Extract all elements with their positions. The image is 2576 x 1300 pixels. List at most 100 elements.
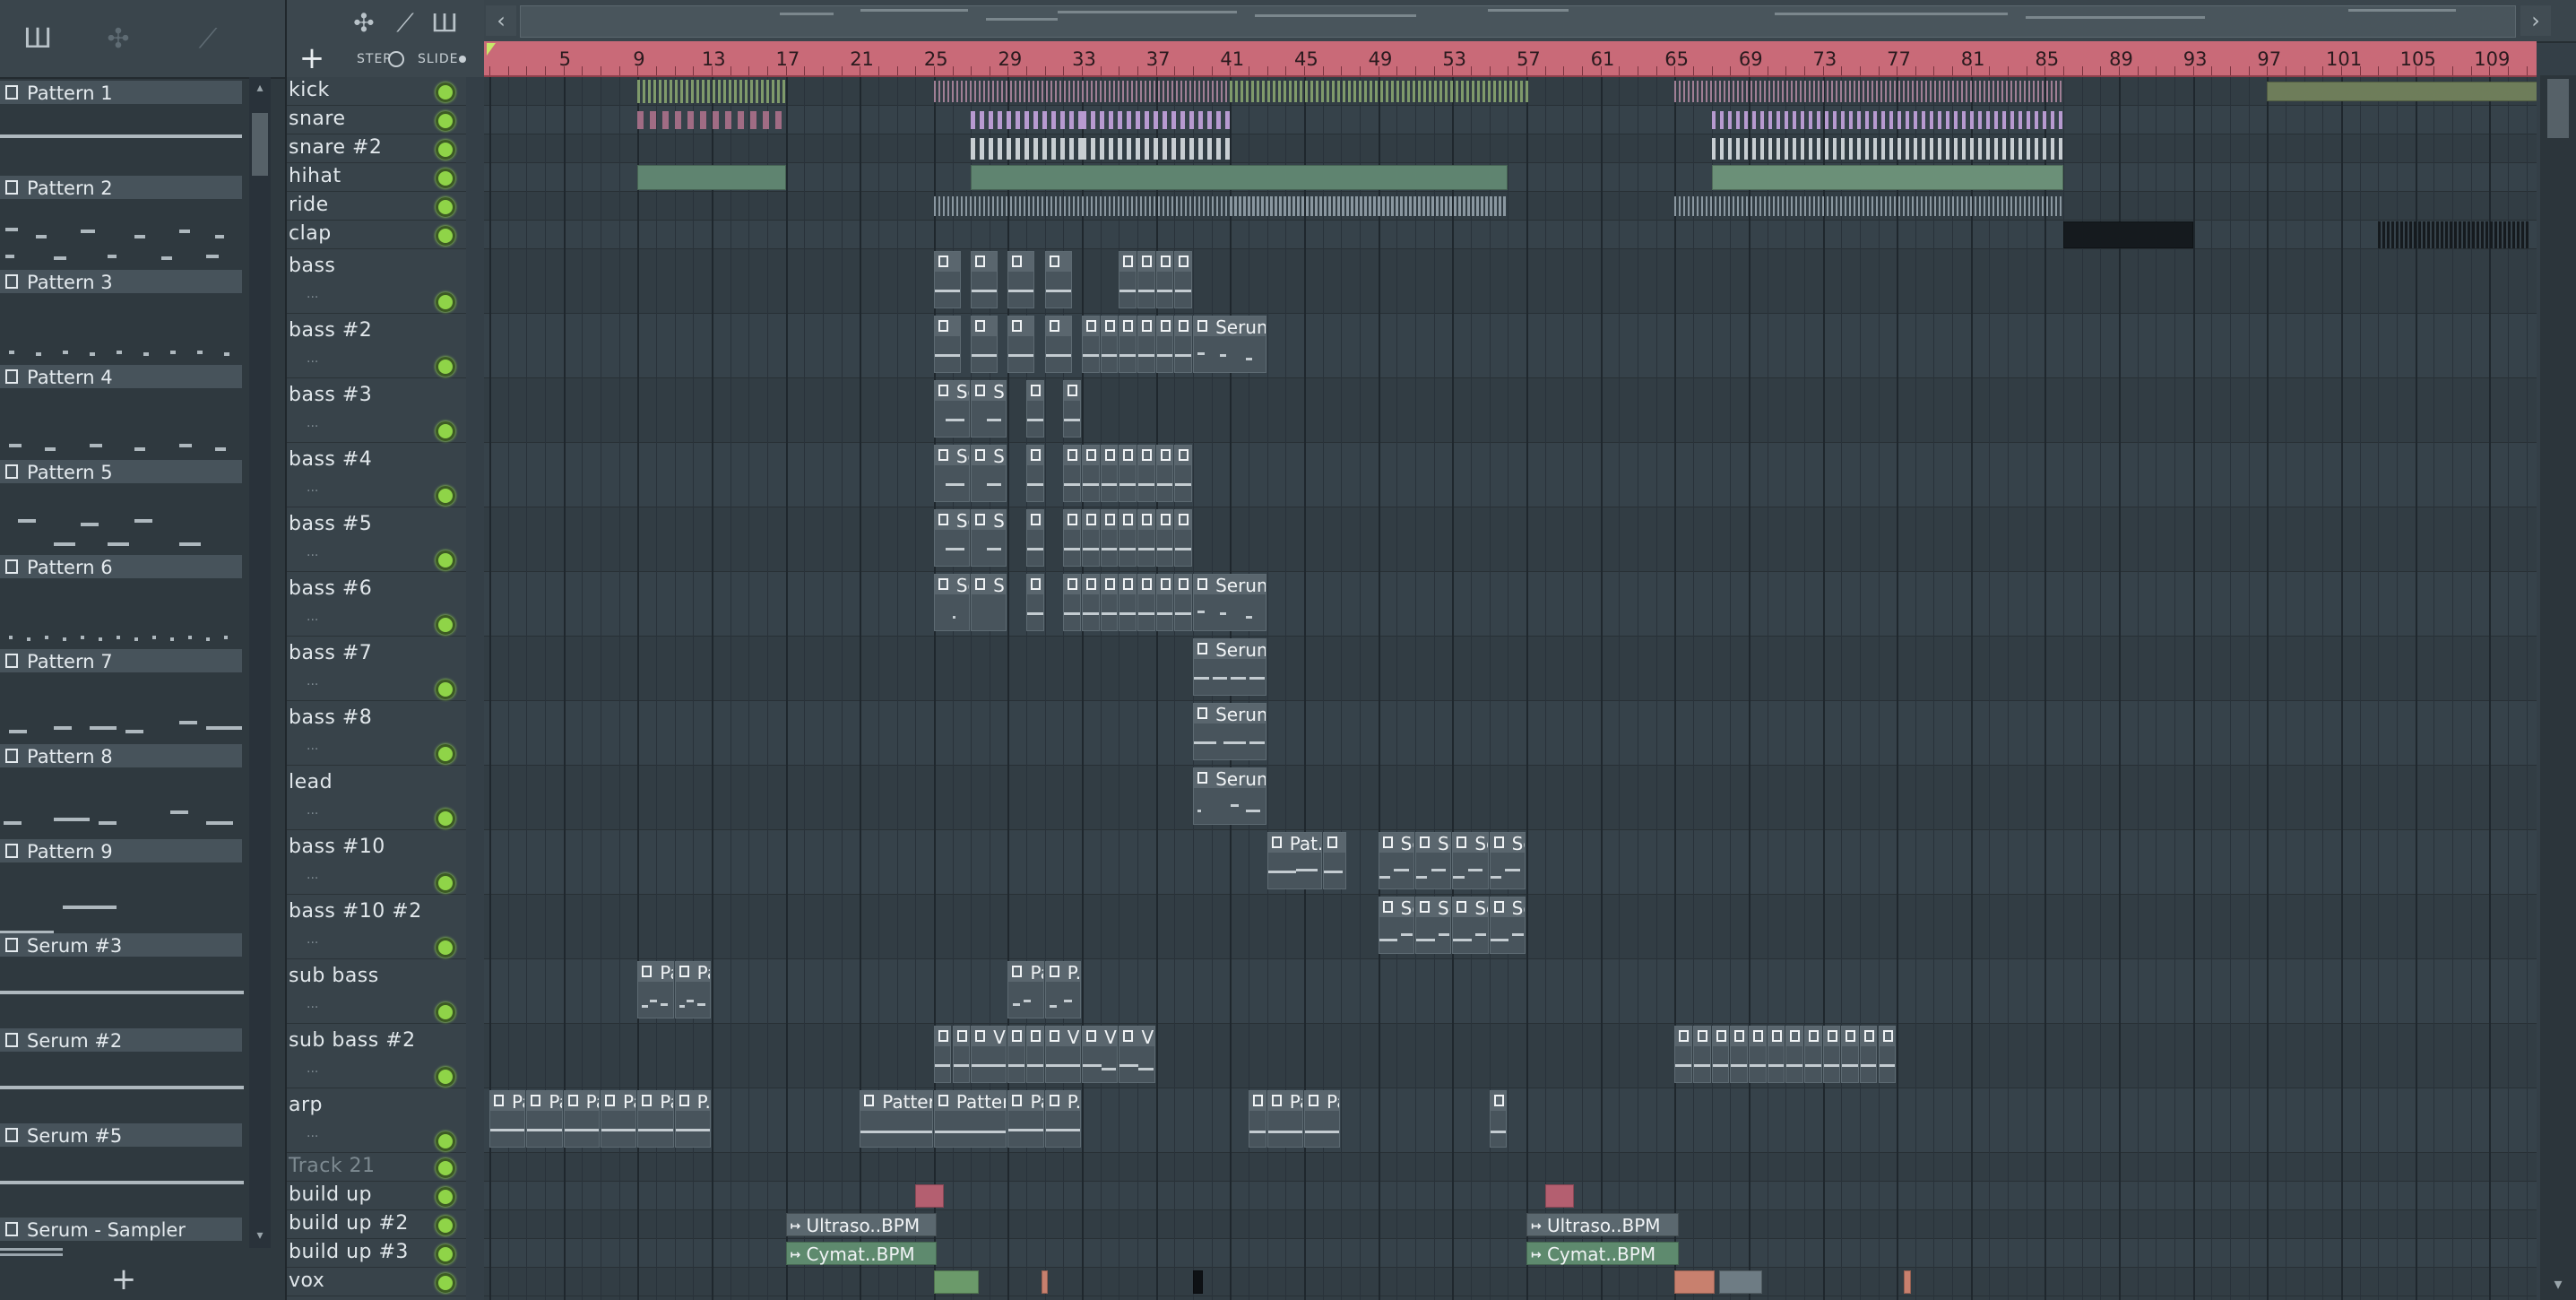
clip-header[interactable] [1064, 510, 1081, 530]
audio-clip[interactable] [2267, 82, 2537, 101]
clip-header[interactable] [1490, 1091, 1507, 1111]
track-header[interactable]: bass #10... [287, 830, 466, 895]
clip-header[interactable] [1138, 252, 1154, 272]
clip-header[interactable]: Pa..1 [527, 1091, 562, 1113]
track-name[interactable]: sub bass [289, 965, 379, 987]
pattern-clip[interactable] [1174, 445, 1193, 502]
clip-header[interactable]: Pat..7 [1267, 833, 1321, 854]
playlist-grid[interactable]: Serum..m #5Ser..4Se..4Ser..6Se..6Ser..7S… [484, 77, 2537, 1300]
track-mute-led[interactable] [436, 1187, 455, 1207]
track-lane[interactable] [484, 701, 2537, 766]
track-lane[interactable] [484, 249, 2537, 314]
pattern-clip[interactable] [1155, 316, 1174, 373]
pattern-clip[interactable]: Serum (..2 #2 [1193, 638, 1266, 696]
pattern-clip[interactable]: Pa..1 [637, 1090, 674, 1148]
clip-header[interactable]: Se..12 [1379, 897, 1413, 919]
track-lane[interactable] [484, 1182, 2537, 1210]
pattern-clip[interactable] [1859, 1026, 1878, 1083]
playhead-marker[interactable] [487, 43, 496, 56]
audio-clip[interactable]: ↦ Ultraso..BPM [1526, 1213, 1680, 1236]
track-lane[interactable] [484, 507, 2537, 572]
clip-header[interactable] [1156, 252, 1173, 272]
clip-header[interactable] [953, 1027, 970, 1046]
pattern-clip[interactable] [1063, 574, 1082, 631]
clip-header[interactable] [1249, 1091, 1266, 1111]
add-pattern-button[interactable]: + [0, 1259, 247, 1300]
track-name[interactable]: sub bass #2 [289, 1029, 416, 1052]
track-mute-led[interactable] [436, 111, 455, 131]
pattern-clip[interactable] [1063, 445, 1082, 502]
track-mute-led[interactable] [436, 550, 455, 570]
track-name[interactable]: bass #10 [289, 836, 385, 858]
clip-header[interactable] [1675, 1027, 1691, 1046]
clip-header[interactable]: Pattern 6 [860, 1091, 932, 1113]
clip-header[interactable] [1156, 316, 1173, 336]
pattern-clip[interactable] [1249, 1090, 1266, 1148]
clip-header[interactable]: Se..6 [972, 446, 1007, 467]
clip-header[interactable] [1083, 446, 1099, 465]
pattern-clip[interactable]: Ser..4 [933, 380, 971, 438]
clip-header[interactable]: Pa..1 [490, 1091, 525, 1113]
pattern-clip[interactable]: Se..12 [1452, 897, 1489, 954]
audio-clip[interactable] [1674, 1270, 1715, 1294]
track-options-icon[interactable]: ... [307, 416, 318, 430]
clip-header[interactable]: P..7 [1045, 962, 1081, 984]
clip-header[interactable]: Se..12 [1490, 897, 1525, 919]
add-track-button[interactable]: + [287, 41, 337, 75]
track-lane[interactable] [484, 1088, 2537, 1153]
track-header[interactable]: sub bass #2... [287, 1024, 466, 1088]
clip-header[interactable]: Se..8 [972, 575, 1007, 596]
pattern-clip[interactable] [1007, 251, 1035, 308]
pattern-clip[interactable] [1007, 1026, 1026, 1083]
pattern-clip[interactable] [1119, 509, 1137, 567]
pattern-clip[interactable] [1674, 1026, 1692, 1083]
pattern-item-header[interactable]: Serum #2 [0, 1028, 242, 1052]
track-name[interactable]: bass #2 [289, 319, 372, 342]
scroll-left-icon[interactable]: ‹ [486, 5, 516, 36]
pattern-clip[interactable] [1155, 574, 1174, 631]
track-mute-led[interactable] [436, 421, 455, 441]
track-lane[interactable] [484, 314, 2537, 378]
pattern-item[interactable]: Pattern 7 [0, 649, 246, 743]
track-mute-led[interactable] [436, 1244, 455, 1264]
track-name[interactable]: bass #6 [289, 577, 372, 600]
track-name[interactable]: snare #2 [289, 136, 382, 159]
clip-header[interactable]: Serum (..m #10 [1194, 768, 1266, 790]
clip-header[interactable] [934, 1027, 951, 1046]
clip-header[interactable] [1064, 446, 1081, 465]
pattern-clip[interactable] [1841, 1026, 1859, 1083]
track-mute-led[interactable] [436, 226, 455, 246]
pattern-item[interactable]: Pattern 2 [0, 175, 246, 270]
pattern-clip[interactable] [1137, 509, 1155, 567]
track-options-icon[interactable]: ... [307, 674, 318, 689]
audio-clip[interactable]: ↦ Cymat..BPM [1526, 1242, 1680, 1265]
clip-header[interactable]: Se..12 [1453, 897, 1488, 919]
pattern-clip[interactable] [1489, 1090, 1508, 1148]
clip-header[interactable] [1138, 316, 1154, 336]
pattern-item[interactable]: Pattern 4 [0, 365, 246, 459]
clip-header[interactable]: Ser..8 [934, 575, 970, 596]
clip-header[interactable] [1860, 1027, 1877, 1046]
track-name[interactable]: bass #3 [289, 384, 372, 406]
scroll-thumb[interactable] [252, 113, 268, 176]
pattern-clip[interactable] [1748, 1026, 1767, 1083]
clip-header[interactable]: Pattern 3 [934, 1091, 1006, 1113]
pattern-clip[interactable] [1174, 574, 1193, 631]
pattern-item[interactable]: Serum #5 [0, 1122, 246, 1218]
pattern-clip[interactable] [1082, 509, 1100, 567]
pattern-clip[interactable] [1026, 445, 1044, 502]
pattern-clip[interactable]: P..7 [1044, 961, 1082, 1018]
pattern-clip[interactable]: Pa..1 [1007, 1090, 1044, 1148]
track-mute-led[interactable] [436, 873, 455, 893]
track-mute-led[interactable] [436, 615, 455, 635]
pattern-clip[interactable] [933, 316, 961, 373]
clip-header[interactable] [1119, 316, 1137, 336]
pattern-clip[interactable]: Ser..6 [933, 445, 971, 502]
track-name[interactable]: clap [289, 222, 332, 245]
clip-header[interactable]: Serum..m #8 [1194, 575, 1266, 596]
pattern-clip[interactable]: Vit..3 [1082, 1026, 1119, 1083]
clip-header[interactable] [1768, 1027, 1785, 1046]
track-header[interactable]: arp... [287, 1088, 466, 1153]
clip-header[interactable] [1156, 575, 1173, 594]
clip-header[interactable]: Pa.. [1323, 833, 1345, 853]
